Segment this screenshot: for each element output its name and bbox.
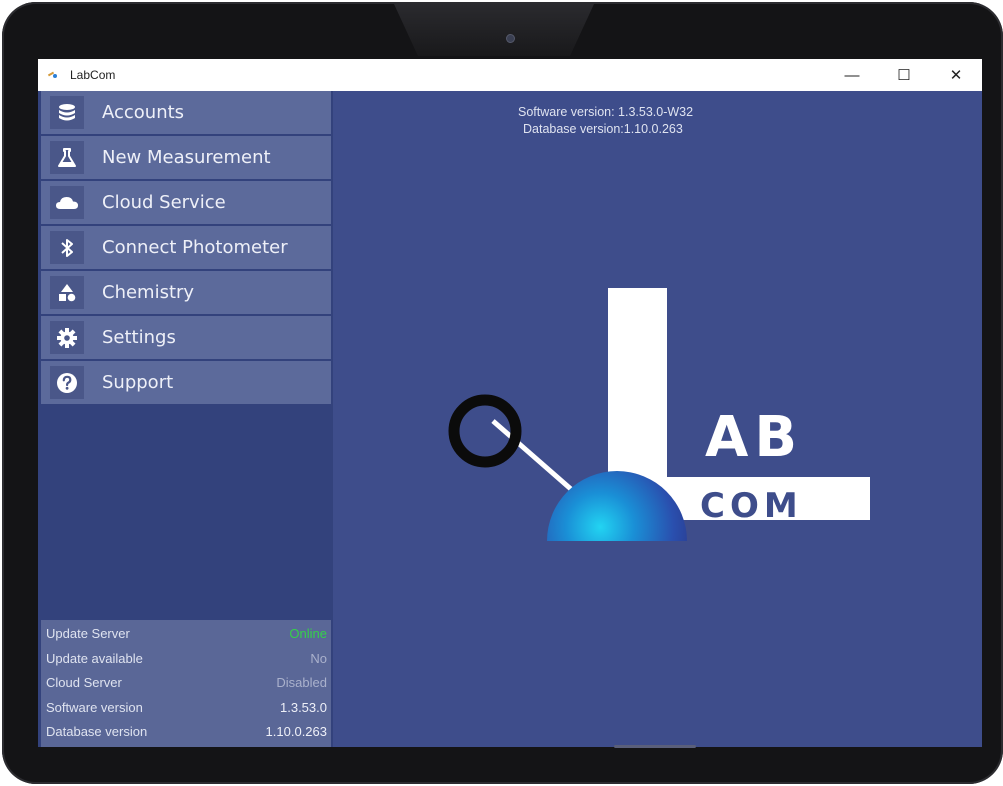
- status-label: Cloud Server: [46, 674, 122, 690]
- logo-com-text: COM: [700, 486, 803, 526]
- sidebar-item-label: New Measurement: [102, 147, 271, 168]
- help-icon: [50, 366, 84, 399]
- status-value: 1.3.53.0: [280, 699, 327, 715]
- sidebar: Accounts New Measurement Cloud Service C…: [38, 91, 333, 747]
- status-row-update-server: Update Server Online: [46, 622, 327, 644]
- version-info: Software version: 1.3.53.0-W32 Database …: [518, 104, 758, 138]
- camera-notch: [394, 4, 594, 56]
- bluetooth-icon: [50, 231, 84, 264]
- sidebar-item-settings[interactable]: Settings: [41, 316, 331, 359]
- camera-icon: [507, 35, 514, 42]
- software-version-text: Software version: 1.3.53.0-W32: [518, 105, 694, 119]
- cloud-icon: [50, 186, 84, 219]
- app-window: LabCom — ☐ ✕ Accounts New Measurement Cl…: [38, 59, 982, 747]
- sidebar-item-connect-photometer[interactable]: Connect Photometer: [41, 226, 331, 269]
- sidebar-item-label: Cloud Service: [102, 192, 226, 213]
- app-icon: [48, 70, 58, 80]
- sidebar-item-label: Chemistry: [102, 282, 195, 303]
- sidebar-item-chemistry[interactable]: Chemistry: [41, 271, 331, 314]
- status-row-software-version: Software version 1.3.53.0: [46, 696, 327, 718]
- window-controls: — ☐ ✕: [826, 59, 982, 91]
- tablet-device: LabCom — ☐ ✕ Accounts New Measurement Cl…: [2, 2, 1003, 784]
- sidebar-item-cloud-service[interactable]: Cloud Service: [41, 181, 331, 224]
- sidebar-item-support[interactable]: Support: [41, 361, 331, 404]
- status-value: 1.10.0.263: [265, 723, 327, 739]
- sidebar-item-new-measurement[interactable]: New Measurement: [41, 136, 331, 179]
- sidebar-item-label: Settings: [102, 327, 176, 348]
- window-title: LabCom: [70, 68, 116, 82]
- main-panel: Software version: 1.3.53.0-W32 Database …: [333, 91, 982, 747]
- status-row-cloud-server: Cloud Server Disabled: [46, 671, 327, 693]
- minimize-button[interactable]: —: [826, 59, 878, 91]
- status-label: Update Server: [46, 625, 130, 641]
- database-version-text: Database version:1.10.0.263: [523, 122, 683, 136]
- sidebar-item-accounts[interactable]: Accounts: [41, 91, 331, 134]
- status-value: Disabled: [276, 674, 327, 690]
- flask-icon: [50, 141, 84, 174]
- status-label: Software version: [46, 699, 143, 715]
- status-row-update-available: Update available No: [46, 647, 327, 669]
- sidebar-item-label: Support: [102, 372, 174, 393]
- logo-ab-text: AB: [705, 405, 803, 470]
- status-row-database-version: Database version 1.10.0.263: [46, 720, 327, 742]
- gear-icon: [50, 321, 84, 354]
- sidebar-item-label: Accounts: [102, 102, 185, 123]
- status-label: Database version: [46, 723, 148, 739]
- maximize-button[interactable]: ☐: [878, 59, 930, 91]
- shapes-icon: [50, 276, 84, 309]
- status-label: Update available: [46, 650, 143, 666]
- title-bar: LabCom — ☐ ✕: [38, 59, 982, 91]
- labcom-logo: AB COM: [448, 288, 870, 541]
- status-panel: Update Server Online Update available No…: [41, 620, 331, 747]
- sidebar-item-label: Connect Photometer: [102, 237, 288, 258]
- database-icon: [50, 96, 84, 129]
- close-button[interactable]: ✕: [930, 59, 982, 91]
- status-value: No: [310, 650, 327, 666]
- status-value: Online: [289, 625, 327, 641]
- home-indicator: [614, 745, 696, 748]
